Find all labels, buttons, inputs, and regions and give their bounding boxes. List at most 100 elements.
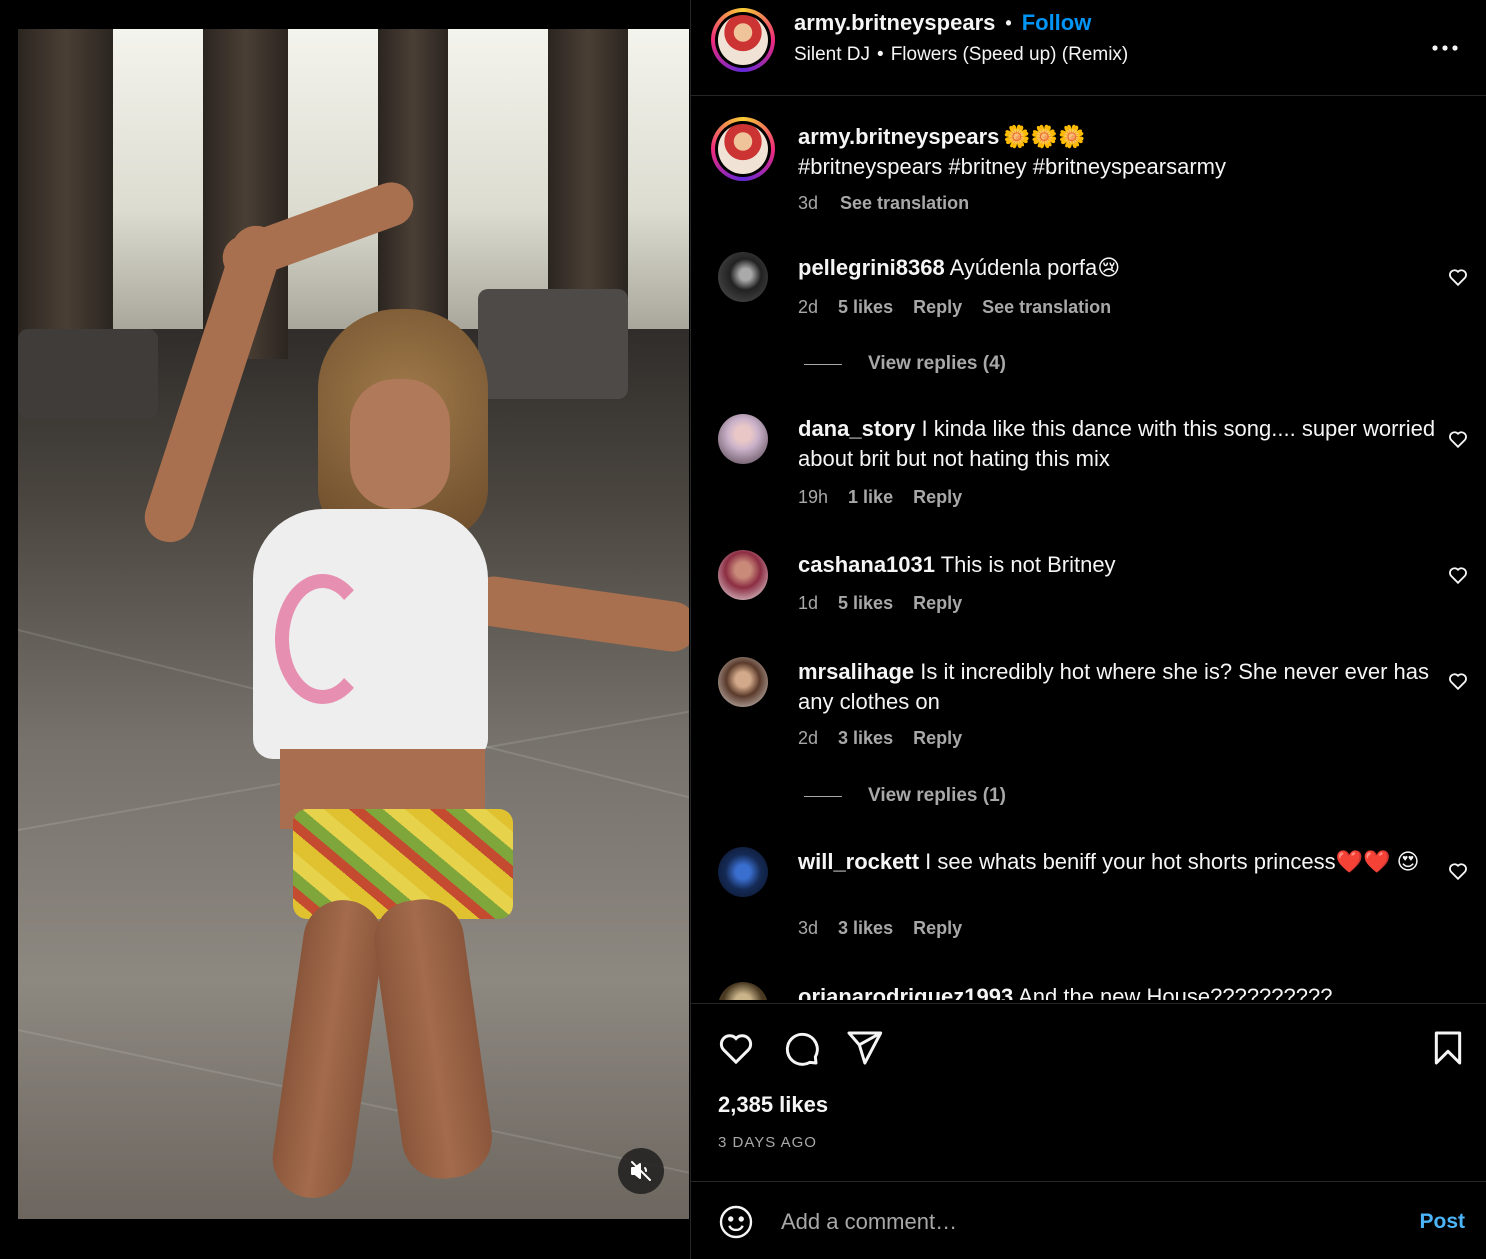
commenter-avatar[interactable] [718, 982, 768, 1000]
replies-divider-line [804, 795, 842, 797]
comment-likes[interactable]: 3 likes [838, 918, 893, 939]
comment-time: 2d [798, 728, 819, 748]
comment-time: 3d [798, 918, 819, 938]
commenter-avatar[interactable] [718, 414, 768, 464]
view-replies-button[interactable]: View replies (4) [804, 353, 1006, 375]
more-options-icon [1432, 45, 1458, 51]
comment-likes[interactable]: 3 likes [838, 728, 893, 749]
commenter-username[interactable]: will_rockett [798, 849, 919, 874]
commenter-avatar[interactable] [718, 252, 768, 302]
person-leg [267, 894, 389, 1204]
like-comment-heart-icon[interactable] [1447, 670, 1469, 692]
emoji-picker-icon[interactable] [718, 1204, 754, 1240]
reply-button[interactable]: Reply [913, 728, 962, 749]
comment-text: pellegrini8368 Ayúdenla porfa😢 [798, 253, 1438, 283]
comment-input[interactable] [781, 1202, 1381, 1242]
comment-meta: 1d 5 likes Reply [798, 593, 962, 614]
background-curtain [18, 29, 113, 359]
separator-dot: • [877, 44, 884, 65]
comments-list[interactable]: army.britneyspears 🌼🌼🌼 #britneyspears #br… [691, 97, 1486, 1000]
person-arm [465, 573, 689, 655]
more-options-button[interactable] [1431, 28, 1459, 59]
comment-likes[interactable]: 5 likes [838, 593, 893, 614]
share-send-icon[interactable] [844, 1028, 884, 1068]
like-comment-heart-icon[interactable] [1447, 564, 1469, 586]
audio-title[interactable]: Flowers (Speed up) (Remix) [891, 44, 1129, 66]
caption-emoji: 🌼🌼🌼 [1003, 124, 1086, 149]
like-heart-icon[interactable] [716, 1028, 756, 1068]
person-leg [368, 894, 498, 1184]
caption-author-avatar[interactable] [711, 117, 775, 181]
caption-author-avatar-image [718, 124, 768, 174]
reply-button[interactable]: Reply [913, 593, 962, 614]
caption-time: 3d [798, 193, 819, 213]
comment-bubble-icon[interactable] [781, 1028, 821, 1068]
comment-meta: 19h 1 like Reply [798, 487, 962, 508]
background-sofa [478, 289, 628, 399]
person-top [253, 509, 488, 759]
like-comment-heart-icon[interactable] [1447, 266, 1469, 288]
mute-toggle-button[interactable] [618, 1148, 664, 1194]
separator-dot: • [1005, 12, 1012, 33]
replies-divider-line [804, 363, 842, 365]
comment-body: This is not Britney [940, 552, 1116, 577]
background-sofa [18, 329, 158, 419]
background-window [628, 29, 689, 329]
like-comment-heart-icon[interactable] [1447, 860, 1469, 882]
commenter-username[interactable]: pellegrini8368 [798, 255, 945, 280]
like-comment-heart-icon[interactable] [1447, 428, 1469, 450]
add-comment-bar: Post [691, 1181, 1486, 1259]
reply-button[interactable]: Reply [913, 487, 962, 508]
comment-meta: 2d 5 likes Reply See translation [798, 297, 1111, 318]
post-video[interactable] [18, 29, 689, 1219]
comment-body: I see whats beniff your hot shorts princ… [925, 849, 1420, 874]
comment-likes[interactable]: 5 likes [838, 297, 893, 318]
comment-time: 2d [798, 297, 819, 317]
commenter-avatar[interactable] [718, 550, 768, 600]
comment-body: And the new House?????????? [1018, 984, 1333, 1000]
reply-button[interactable]: Reply [913, 297, 962, 318]
see-translation-button[interactable]: See translation [982, 297, 1111, 318]
author-username[interactable]: army.britneyspears [794, 10, 995, 36]
background-window [113, 29, 203, 329]
author-avatar-image [718, 15, 768, 65]
author-line: army.britneyspears • Follow [794, 10, 1091, 36]
comment-text: dana_story I kinda like this dance with … [798, 414, 1438, 474]
comment-time: 19h [798, 487, 829, 507]
person-face [350, 379, 450, 509]
post-timestamp[interactable]: 3 DAYS AGO [718, 1134, 817, 1151]
audio-artist[interactable]: Silent DJ [794, 44, 870, 66]
post-header: army.britneyspears • Follow Silent DJ • … [691, 0, 1486, 96]
see-translation-button[interactable]: See translation [840, 193, 969, 214]
view-replies-label[interactable]: View replies (4) [868, 353, 1006, 375]
caption-username[interactable]: army.britneyspears [798, 124, 999, 149]
commenter-avatar[interactable] [718, 847, 768, 897]
follow-button[interactable]: Follow [1022, 10, 1092, 36]
commenter-username[interactable]: cashana1031 [798, 552, 935, 577]
author-avatar[interactable] [711, 8, 775, 72]
post-comment-button[interactable]: Post [1419, 1210, 1465, 1234]
view-replies-button[interactable]: View replies (1) [804, 785, 1006, 807]
audio-info[interactable]: Silent DJ • Flowers (Speed up) (Remix) [794, 44, 1128, 66]
comment-meta: 3d 3 likes Reply [798, 918, 962, 939]
save-bookmark-icon[interactable] [1428, 1028, 1468, 1068]
reply-button[interactable]: Reply [913, 918, 962, 939]
view-replies-label[interactable]: View replies (1) [868, 785, 1006, 807]
comment-text: will_rockett I see whats beniff your hot… [798, 847, 1438, 877]
commenter-avatar[interactable] [718, 657, 768, 707]
comment-text: cashana1031 This is not Britney [798, 550, 1438, 580]
commenter-username[interactable]: mrsalihage [798, 659, 914, 684]
flamingo-print [275, 574, 370, 704]
commenter-username[interactable]: orianarodriguez1993 [798, 984, 1013, 1000]
comment-text: orianarodriguez1993 And the new House???… [798, 982, 1438, 1000]
caption-meta: 3d See translation [798, 193, 969, 214]
comment-text: mrsalihage Is it incredibly hot where sh… [798, 657, 1438, 717]
post-actions: 2,385 likes 3 DAYS AGO [691, 1003, 1486, 1181]
background-window [448, 29, 548, 329]
commenter-username[interactable]: dana_story [798, 416, 915, 441]
like-count[interactable]: 2,385 likes [718, 1092, 828, 1118]
comment-meta: 2d 3 likes Reply [798, 728, 962, 749]
comment-likes[interactable]: 1 like [848, 487, 893, 508]
caption-text[interactable]: #britneyspears #britney #britneyspearsar… [798, 154, 1226, 180]
speaker-muted-icon [631, 1161, 651, 1181]
